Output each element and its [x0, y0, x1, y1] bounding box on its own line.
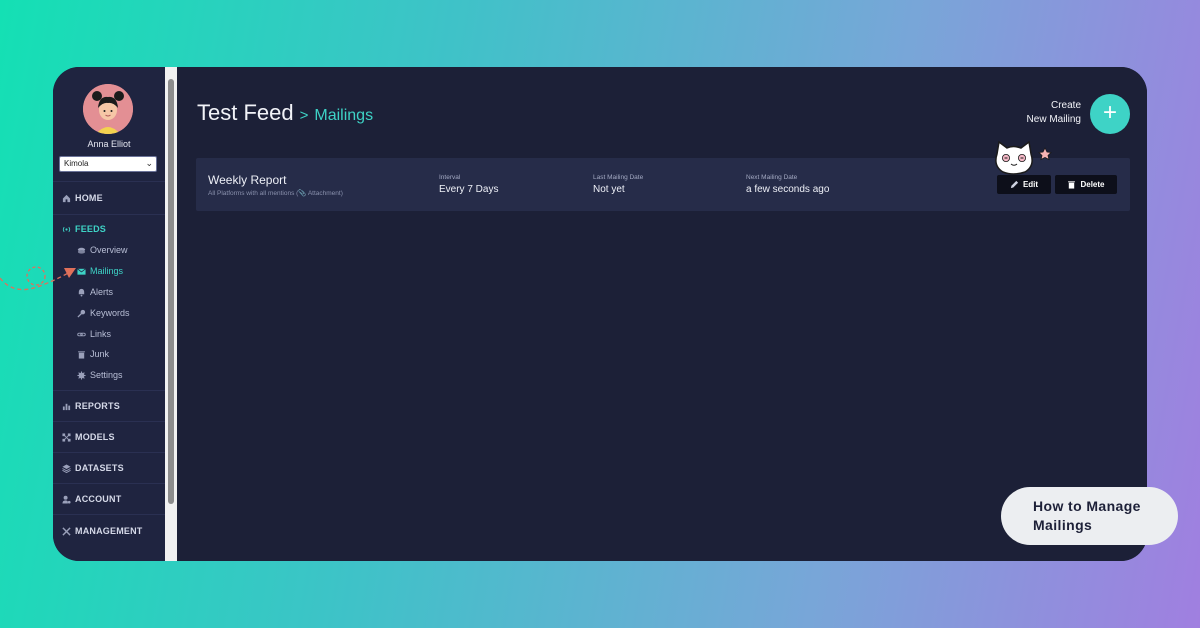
trash-icon [78, 350, 85, 359]
plus-icon: + [1102, 99, 1117, 126]
nav-account-label: ACCOUNT [75, 494, 122, 504]
nav-feeds-label: FEEDS [75, 224, 107, 234]
tools-icon [62, 526, 71, 536]
divider [53, 181, 165, 182]
user-gear-icon [62, 495, 71, 504]
nav-home-label: HOME [75, 193, 103, 203]
divider [53, 483, 165, 484]
sidebar-item-label: Mailings [90, 266, 124, 276]
nav-management[interactable]: MANAGEMENT [62, 526, 143, 536]
how-to-manage-mailings-badge: How to Manage Mailings [1001, 487, 1178, 545]
app-window: Anna Elliot Kimola ⌄ HOME FEEDS Overview… [53, 67, 1147, 561]
divider [53, 452, 165, 453]
create-mailing-button[interactable]: + [1090, 94, 1130, 134]
organization-select[interactable]: Kimola ⌄ [59, 156, 157, 172]
user-name: Anna Elliot [87, 139, 131, 149]
mailing-row: Weekly Report All Platforms with all men… [196, 158, 1130, 211]
mailing-title: Weekly Report [208, 173, 287, 187]
nav-feeds[interactable]: FEEDS [62, 224, 106, 234]
avatar-illustration [83, 84, 133, 134]
interval-label: Interval [439, 174, 461, 181]
next-mailing-value: a few seconds ago [746, 184, 830, 195]
home-icon [62, 194, 71, 202]
breadcrumb: Test Feed > Mailings [197, 100, 373, 126]
sidebar-item-label: Overview [90, 245, 128, 255]
network-icon [62, 432, 71, 442]
layers-icon [77, 247, 86, 254]
sidebar-item-keywords[interactable]: Keywords [77, 308, 130, 318]
delete-button[interactable]: Delete [1055, 175, 1117, 194]
nav-models[interactable]: MODELS [62, 432, 115, 442]
divider [53, 214, 165, 215]
nav-management-label: MANAGEMENT [75, 526, 143, 536]
create-label-line2: New Mailing [1026, 114, 1081, 125]
cat-mascot-icon [995, 140, 1052, 175]
gear-icon [77, 370, 86, 380]
trash-icon [1068, 181, 1076, 189]
cta-line2: Mailings [1033, 517, 1093, 533]
link-icon [77, 332, 86, 336]
nav-home[interactable]: HOME [62, 193, 103, 203]
sidebar-item-label: Junk [90, 349, 110, 359]
sidebar-scrollbar[interactable] [165, 67, 177, 561]
organization-select-value: Kimola [64, 159, 89, 168]
create-label-line1: Create [1050, 100, 1081, 111]
mailing-subtitle: All Platforms with all mentions (📎 Attac… [208, 190, 343, 197]
bar-chart-icon [62, 403, 71, 410]
create-mailing-label[interactable]: Create New Mailing [1027, 99, 1081, 127]
sidebar-item-mailings[interactable]: Mailings [77, 266, 123, 276]
nav-datasets[interactable]: DATASETS [62, 463, 124, 473]
sidebar-item-junk[interactable]: Junk [77, 349, 109, 359]
scrollbar-thumb[interactable] [168, 79, 174, 504]
divider [53, 421, 165, 422]
sidebar-item-label: Alerts [90, 287, 114, 297]
nav-models-label: MODELS [75, 432, 115, 442]
sidebar: Anna Elliot Kimola ⌄ HOME FEEDS Overview… [53, 67, 165, 561]
breadcrumb-current: Mailings [314, 107, 374, 124]
sidebar-item-label: Links [90, 329, 112, 339]
chevron-down-icon: ⌄ [145, 158, 153, 168]
sidebar-item-alerts[interactable]: Alerts [77, 287, 113, 297]
sidebar-item-label: Settings [90, 370, 123, 380]
nav-reports-label: REPORTS [75, 401, 120, 411]
pointer-arrow-icon [0, 266, 76, 291]
sidebar-item-label: Keywords [90, 308, 130, 318]
sidebar-item-settings[interactable]: Settings [77, 370, 123, 380]
sidebar-item-links[interactable]: Links [77, 329, 111, 339]
nav-datasets-label: DATASETS [75, 463, 124, 473]
breadcrumb-feed[interactable]: Test Feed [197, 100, 294, 126]
cta-line1: How to Manage [1033, 498, 1141, 514]
last-mailing-value: Not yet [593, 184, 625, 195]
divider [53, 514, 165, 515]
next-mailing-label: Next Mailing Date [746, 174, 798, 181]
breadcrumb-separator-icon: > [299, 107, 309, 124]
sidebar-item-overview[interactable]: Overview [77, 245, 128, 255]
nav-account[interactable]: ACCOUNT [62, 494, 121, 504]
interval-value: Every 7 Days [439, 184, 499, 195]
key-icon [77, 309, 86, 318]
last-mailing-label: Last Mailing Date [593, 174, 644, 181]
stack-icon [62, 463, 71, 473]
user-avatar[interactable] [83, 84, 133, 134]
divider [53, 390, 165, 391]
broadcast-icon [62, 226, 71, 232]
delete-button-label: Delete [1080, 180, 1105, 189]
nav-reports[interactable]: REPORTS [62, 401, 120, 411]
